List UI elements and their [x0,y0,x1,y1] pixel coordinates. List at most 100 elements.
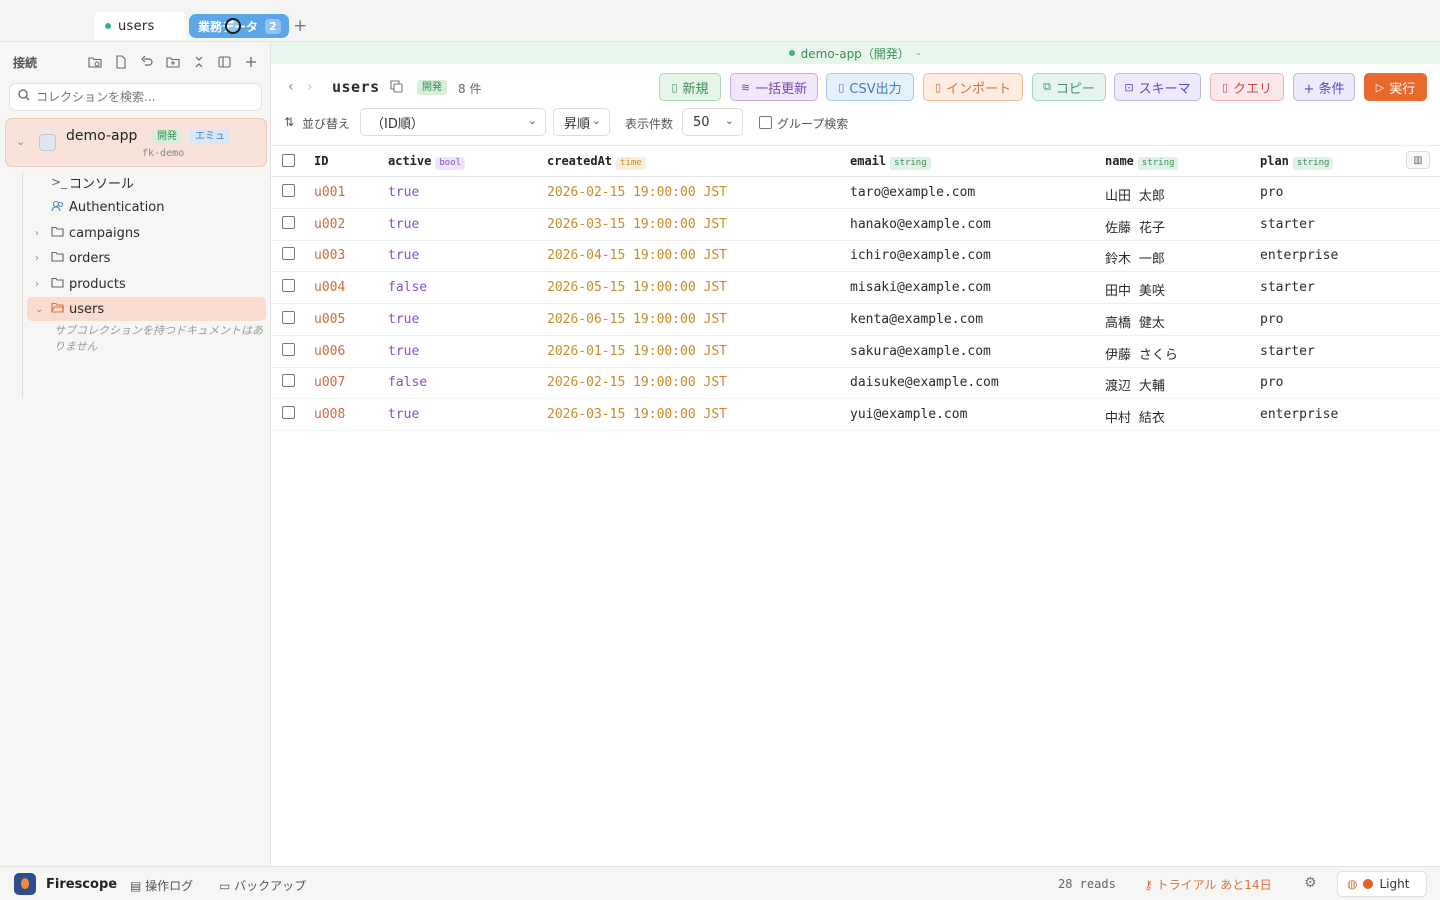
collapse-all-icon[interactable] [190,53,207,70]
table-row[interactable]: u005 true 2026-06-15 19:00:00 JST kenta@exa… [271,304,1440,336]
cell-active[interactable]: false [388,280,427,295]
cell-email[interactable]: kenta@example.com [850,312,983,327]
cell-id[interactable]: u007 [314,375,345,390]
chevron-down-icon[interactable]: ⌄ [35,304,43,315]
cell-email[interactable]: daisuke@example.com [850,375,999,390]
sidebar-item-authentication[interactable]: Authentication [0,195,270,219]
theme-toggle[interactable]: ◍ Light [1337,871,1427,897]
cell-id[interactable]: u005 [314,312,345,327]
collection-search-input[interactable] [36,90,256,104]
run-query-button[interactable]: ▷ 実行 [1364,73,1427,101]
chevron-right-icon[interactable]: › [35,279,39,290]
cell-email[interactable]: taro@example.com [850,185,975,200]
sort-field-select[interactable]: （ID順） ⌄ [360,108,546,136]
cell-plan[interactable]: pro [1260,185,1283,200]
gear-icon[interactable]: ⚙ [1304,875,1317,891]
group-search-checkbox[interactable] [759,116,772,129]
new-document-button[interactable]: ▯ 新規 [659,73,721,101]
column-header-email[interactable]: email string [850,154,931,170]
cell-active[interactable]: true [388,185,419,200]
trial-link[interactable]: ⚷ トライアル あと14日 [1144,876,1272,893]
forward-arrow-icon[interactable]: › [307,79,313,95]
cell-id[interactable]: u003 [314,248,345,263]
column-header-createdat[interactable]: createdAt time [547,154,646,170]
sidebar-item-campaigns[interactable]: › campaigns [0,221,270,245]
add-folder-icon[interactable] [164,53,181,70]
sidebar-item-orders[interactable]: › orders [0,246,270,270]
sort-order-select[interactable]: 昇順 ⌄ [553,108,610,136]
table-row[interactable]: u003 true 2026-04-15 19:00:00 JST ichiro@ex… [271,240,1440,273]
chevron-right-icon[interactable]: › [35,228,39,239]
cell-active[interactable]: false [388,375,427,390]
column-header-plan[interactable]: plan string [1260,154,1334,170]
cell-plan[interactable]: pro [1260,312,1283,327]
table-row[interactable]: u007 false 2026-02-15 19:00:00 JST daisuke@… [271,367,1440,400]
cell-name[interactable]: 伊藤 さくら [1105,344,1178,363]
cell-name[interactable]: 渡辺 大輔 [1105,375,1165,394]
cell-plan[interactable]: enterprise [1260,248,1338,263]
cell-active[interactable]: true [388,312,419,327]
cell-name[interactable]: 山田 太郎 [1105,185,1165,204]
cell-name[interactable]: 田中 美咲 [1105,280,1165,299]
cell-plan[interactable]: pro [1260,375,1283,390]
column-header-name[interactable]: name string [1105,154,1179,170]
row-checkbox[interactable] [282,342,295,356]
table-row[interactable]: u006 true 2026-01-15 19:00:00 JST sakura@ex… [271,336,1440,368]
undo-icon[interactable] [138,53,155,70]
row-checkbox[interactable] [282,215,295,229]
select-all-checkbox[interactable] [282,154,295,167]
cell-email[interactable]: yui@example.com [850,407,967,422]
cell-active[interactable]: true [388,344,419,359]
add-tab-button[interactable]: + [293,16,307,36]
collection-search[interactable] [9,83,262,111]
sidebar-item-products[interactable]: › products [0,272,270,296]
chevron-down-icon[interactable]: ⌄ [16,135,25,148]
columns-icon[interactable]: ▥ [1406,151,1430,169]
row-checkbox[interactable] [282,184,295,197]
cell-created-at[interactable]: 2026-02-15 19:00:00 JST [547,185,727,200]
cell-created-at[interactable]: 2026-02-15 19:00:00 JST [547,375,727,390]
csv-export-button[interactable]: ▯ CSV出力 [826,73,914,101]
cell-created-at[interactable]: 2026-03-15 19:00:00 JST [547,217,727,232]
row-checkbox[interactable] [282,247,295,261]
new-folder-icon[interactable] [86,53,103,70]
row-checkbox[interactable] [282,279,295,293]
table-row[interactable]: u002 true 2026-03-15 19:00:00 JST hanako@ex… [271,209,1440,241]
tab-users[interactable]: users [94,12,186,40]
toggle-panel-icon[interactable] [216,53,233,70]
add-connection-icon[interactable] [242,53,259,70]
copy-button[interactable]: ⧉ コピー [1032,73,1106,101]
cell-id[interactable]: u002 [314,217,345,232]
environment-bar[interactable]: demo-app（開発） ⌄ [271,42,1440,64]
tab-group-business-data[interactable]: 業務データ 2 [189,14,289,38]
cell-id[interactable]: u001 [314,185,345,200]
connection-demo-app[interactable]: ⌄ demo-app 開発 エミュ fk-demo [5,118,267,167]
sidebar-item-console[interactable]: >_ コンソール [0,170,270,194]
backup-button[interactable]: ▭ バックアップ [219,877,306,894]
cell-email[interactable]: sakura@example.com [850,344,991,359]
copy-path-icon[interactable] [390,80,403,93]
row-checkbox[interactable] [282,374,295,388]
table-row[interactable]: u004 false 2026-05-15 19:00:00 JST misaki@e… [271,272,1440,305]
row-checkbox[interactable] [282,310,295,324]
operation-log-button[interactable]: ▤ 操作ログ [130,877,193,894]
cell-active[interactable]: true [388,217,419,232]
table-row[interactable]: u001 true 2026-02-15 19:00:00 JST taro@exam… [271,177,1440,209]
column-header-active[interactable]: active bool [388,154,466,170]
chevron-right-icon[interactable]: › [35,253,39,264]
cell-id[interactable]: u006 [314,344,345,359]
table-row[interactable]: u008 true 2026-03-15 19:00:00 JST yui@examp… [271,399,1440,431]
cell-id[interactable]: u008 [314,407,345,422]
cell-created-at[interactable]: 2026-04-15 19:00:00 JST [547,248,727,263]
sidebar-item-users[interactable]: ⌄ users [27,297,266,321]
cell-id[interactable]: u004 [314,280,345,295]
cell-name[interactable]: 中村 結衣 [1105,407,1165,426]
add-condition-button[interactable]: + 条件 [1293,73,1355,101]
cell-email[interactable]: hanako@example.com [850,217,991,232]
cell-plan[interactable]: starter [1260,280,1315,295]
schema-button[interactable]: ⊡ スキーマ [1114,73,1201,101]
row-checkbox[interactable] [282,405,295,419]
bulk-update-button[interactable]: ≋ 一括更新 [730,73,818,101]
back-arrow-icon[interactable]: ‹ [288,79,294,95]
cell-name[interactable]: 高橋 健太 [1105,312,1165,331]
